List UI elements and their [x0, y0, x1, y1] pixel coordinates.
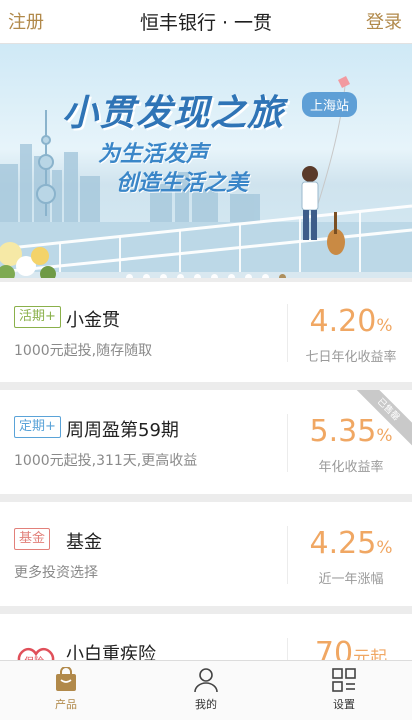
tab-mine[interactable]: 我的 — [171, 667, 241, 712]
carousel-dot[interactable] — [194, 274, 201, 278]
product-card-fund[interactable]: 基金 基金 更多投资选择 4.25% 近一年涨幅 — [0, 502, 412, 606]
promo-banner[interactable]: 小贯发现之旅 上海站 为生活发声 创造生活之美 — [0, 44, 412, 278]
product-rate: 4.25% — [290, 526, 412, 561]
product-name: 周周盈第59期 — [66, 420, 179, 441]
carousel-dots[interactable] — [0, 266, 412, 278]
rate-unit: 元起 — [353, 648, 388, 660]
top-nav-bar: 注册 恒丰银行 · 一贯 登录 — [0, 0, 412, 44]
carousel-dot[interactable] — [245, 274, 252, 278]
rate-label: 七日年化收益率 — [305, 350, 397, 365]
banner-slogan-1: 为生活发声 — [98, 142, 209, 167]
insurance-tag: 保险 — [24, 653, 44, 660]
product-rate: 70元起 — [290, 636, 412, 660]
carousel-dot[interactable] — [126, 274, 133, 278]
divider — [287, 526, 288, 584]
product-card-zhouzhouying[interactable]: 已售罄 定期+ 周周盈第59期 1000元起投,311天,更高收益 5.35% … — [0, 390, 412, 494]
tab-settings[interactable]: 设置 — [309, 667, 379, 712]
product-name: 小白重疾险 — [66, 644, 156, 660]
divider — [287, 304, 288, 362]
carousel-dot[interactable] — [262, 274, 269, 278]
carousel-dot[interactable] — [211, 274, 218, 278]
rate-value: 5.35 — [309, 414, 377, 449]
banner-location-badge: 上海站 — [302, 92, 358, 117]
carousel-dot[interactable] — [143, 274, 150, 278]
product-name: 基金 — [66, 532, 102, 553]
product-description: 1000元起投,随存随取 — [14, 343, 153, 359]
grid-icon — [332, 668, 356, 692]
product-card-insurance[interactable]: 保险 小白重疾险 70元起 — [0, 614, 412, 660]
banner-slogan-2: 创造生活之美 — [116, 171, 249, 196]
bottom-tab-bar: 产品 我的 设置 — [0, 660, 412, 720]
divider — [287, 414, 288, 472]
carousel-dot[interactable] — [160, 274, 167, 278]
banner-title: 小贯发现之旅 — [62, 93, 285, 134]
rate-label: 年化收益率 — [318, 460, 384, 475]
divider — [287, 638, 288, 660]
tab-label: 设置 — [333, 698, 355, 711]
product-name: 小金贯 — [66, 310, 120, 331]
bag-icon — [56, 667, 76, 691]
person-icon — [194, 668, 218, 693]
tab-label: 我的 — [195, 698, 217, 711]
tab-products[interactable]: 产品 — [31, 667, 101, 712]
rate-value: 4.20 — [309, 304, 377, 339]
rate-label: 近一年涨幅 — [318, 572, 384, 587]
product-tag: 基金 — [14, 528, 51, 550]
tab-label: 产品 — [55, 698, 77, 711]
rate-unit: % — [376, 316, 393, 336]
insurance-logo: 保险 — [14, 644, 58, 660]
product-rate: 5.35% — [290, 414, 412, 449]
product-card-xiaojingui[interactable]: 活期+ 小金贯 1000元起投,随存随取 4.20% 七日年化收益率 — [0, 282, 412, 382]
rate-unit: % — [376, 426, 393, 446]
login-link[interactable]: 登录 — [366, 8, 402, 34]
rate-value: 70 — [314, 636, 354, 660]
rate-value: 4.25 — [309, 526, 377, 561]
product-description: 更多投资选择 — [14, 565, 98, 581]
product-rate: 4.20% — [290, 304, 412, 339]
product-description: 1000元起投,311天,更高收益 — [14, 453, 198, 469]
carousel-dot[interactable] — [279, 274, 286, 278]
product-tag: 活期+ — [14, 306, 61, 328]
page-title: 恒丰银行 · 一贯 — [139, 12, 273, 34]
rate-unit: % — [376, 538, 393, 558]
carousel-dot[interactable] — [228, 274, 235, 278]
product-tag: 定期+ — [14, 416, 61, 438]
carousel-dot[interactable] — [177, 274, 184, 278]
